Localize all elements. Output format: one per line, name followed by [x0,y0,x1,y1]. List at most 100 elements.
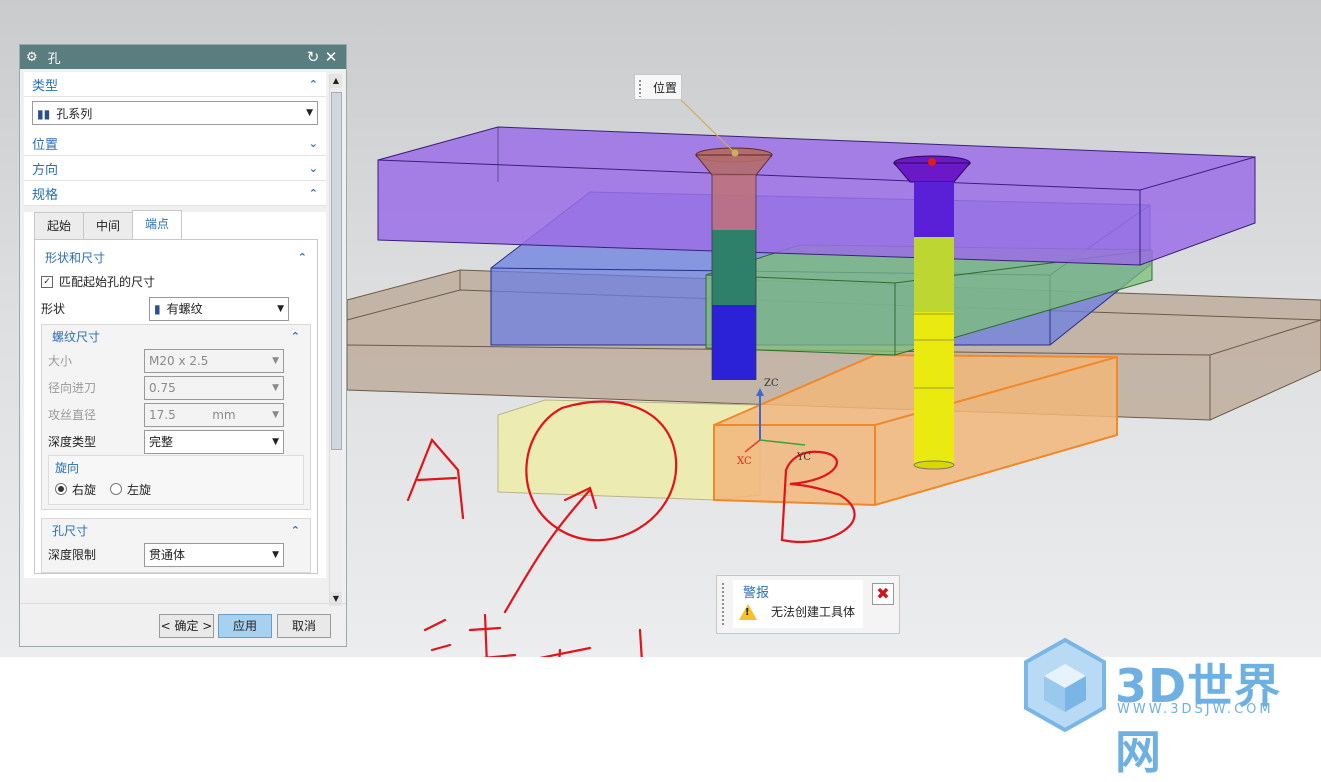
ok-button[interactable]: < 确定 > [159,614,214,638]
chevron-up-icon[interactable]: ⌃ [291,524,300,537]
size-label: 大小 [48,354,73,368]
dropdown-arrow-icon: ▼ [272,409,279,420]
scroll-up-icon[interactable]: ▲ [330,74,342,88]
dialog-footer: < 确定 > 应用 取消 [20,603,346,646]
chevron-down-icon[interactable]: ⌄ [309,137,318,150]
hole-size-header[interactable]: 孔尺寸 ⌃ [48,519,304,541]
rotation-group: 旋向 右旋 左旋 [48,455,304,505]
drag-grip-icon[interactable] [721,582,725,626]
section-spec-title: 规格 [32,187,59,203]
rotation-group-title: 旋向 [55,461,80,475]
chevron-up-icon[interactable]: ⌃ [309,187,318,200]
tap-input-value: 17.5 [149,407,176,422]
dialog-titlebar[interactable]: ⚙ 孔 ↻ ✕ [20,45,346,69]
radio-icon [110,483,123,495]
depth-limit-value: 贯通体 [149,548,186,562]
shape-group-title: 形状和尺寸 [45,250,106,265]
gear-icon[interactable]: ⚙ [26,50,38,65]
depth-type-value: 完整 [149,435,174,449]
depth-type-select[interactable]: 完整 ▼ [144,429,284,454]
position-tag[interactable]: 位置 [634,74,682,100]
dialog-title: 孔 [47,51,61,67]
hole-dialog: ⚙ 孔 ↻ ✕ 类型 ⌃ ▮▮ 孔系列 ▼ 位置 ⌄ 方向 ⌄ 规格 ⌃ 起始 … [19,44,347,647]
axis-xc-label: XC [737,456,752,467]
block-purple [377,126,1256,266]
chevron-up-icon[interactable]: ⌃ [298,251,307,264]
left-hand-radio[interactable]: 左旋 [110,481,151,498]
radial-label: 径向进刀 [48,381,97,395]
shape-select[interactable]: ▮ 有螺纹 ▼ [149,296,289,321]
alert-popup: 警报 ! 无法创建工具体 ✖ [716,575,900,634]
dropdown-arrow-icon: ▼ [277,303,284,314]
alert-close-button[interactable]: ✖ [872,583,894,605]
hole-size-group: 孔尺寸 ⌃ 深度限制 贯通体 ▼ [41,518,311,573]
drag-grip-icon[interactable] [638,79,642,97]
spec-frame: 形状和尺寸 ⌃ ✓ 匹配起始孔的尺寸 形状 ▮ 有螺纹 ▼ 螺纹尺寸 ⌃ 大小 … [34,239,318,574]
tab-middle[interactable]: 中间 [83,212,134,239]
depth-type-row: 深度类型 完整 ▼ [48,428,304,455]
tab-end[interactable]: 端点 [132,210,183,239]
dialog-scrollbar[interactable]: ▲ ▼ [329,74,342,606]
tab-start[interactable]: 起始 [34,212,85,239]
radio-selected-icon [55,483,67,495]
spec-tabs: 起始 中间 端点 [34,210,326,239]
thread-group-title: 螺纹尺寸 [52,329,101,344]
watermark-url: WWW.3DSJW.COM [1117,702,1274,717]
chevron-down-icon[interactable]: ⌄ [309,162,318,175]
chevron-up-icon[interactable]: ⌃ [309,78,318,91]
close-icon[interactable]: ✕ [322,48,340,66]
shape-group-header[interactable]: 形状和尺寸 ⌃ [41,246,311,268]
dropdown-arrow-icon: ▼ [306,108,313,118]
section-position-header[interactable]: 位置 ⌄ [24,131,326,156]
tap-label: 攻丝直径 [48,408,97,422]
axis-zc-label: ZC [764,378,779,389]
tap-row: 攻丝直径 17.5 mm ▼ [48,401,304,428]
reset-icon[interactable]: ↻ [304,48,322,66]
match-checkbox[interactable]: ✓ [41,275,53,288]
axis-yc-label: YC [797,452,812,463]
apply-button[interactable]: 应用 [218,614,272,638]
section-type-title: 类型 [32,78,59,94]
rotation-options: 右旋 左旋 [55,478,297,500]
left-hand-label: 左旋 [127,482,152,497]
right-hand-label: 右旋 [72,482,97,497]
size-row: 大小 M20 x 2.5 ▼ [48,347,304,374]
cancel-button[interactable]: 取消 [277,614,331,638]
thread-group: 螺纹尺寸 ⌃ 大小 M20 x 2.5 ▼ 径向进刀 0.75 ▼ 攻丝直径 1… [41,324,311,510]
shape-label: 形状 [41,302,66,316]
alert-content: 警报 ! 无法创建工具体 [733,580,863,628]
thread-group-header[interactable]: 螺纹尺寸 ⌃ [48,325,304,347]
radial-select[interactable]: 0.75 ▼ [144,375,284,400]
shape-select-value: 有螺纹 [166,302,203,316]
watermark: 3D世界网 WWW.3DSJW.COM [1020,636,1320,779]
thread-icon: ▮ [154,302,161,316]
dropdown-arrow-icon: ▼ [272,382,279,393]
warning-icon: ! [739,603,757,620]
section-position-title: 位置 [32,137,59,153]
position-tag-label: 位置 [652,81,677,95]
radial-select-value: 0.75 [149,380,176,395]
section-direction-title: 方向 [32,162,59,178]
size-select[interactable]: M20 x 2.5 ▼ [144,348,284,373]
dialog-body: 类型 ⌃ ▮▮ 孔系列 ▼ 位置 ⌄ 方向 ⌄ 规格 ⌃ 起始 中间 端点 形状… [24,72,326,604]
section-direction-header[interactable]: 方向 ⌄ [24,156,326,181]
depth-limit-select[interactable]: 贯通体 ▼ [144,542,284,567]
depth-limit-row: 深度限制 贯通体 ▼ [48,541,304,568]
section-spec-header[interactable]: 规格 ⌃ [24,181,326,206]
alert-title: 警报 [743,586,770,601]
size-select-value: M20 x 2.5 [149,353,209,368]
shape-row: 形状 ▮ 有螺纹 ▼ [41,295,311,322]
scroll-thumb[interactable] [331,92,342,450]
right-hand-radio[interactable]: 右旋 [55,481,96,498]
tap-input[interactable]: 17.5 mm ▼ [144,402,284,427]
radial-row: 径向进刀 0.75 ▼ [48,374,304,401]
hole-series-icon: ▮▮ [37,106,51,121]
depth-limit-label: 深度限制 [48,548,97,562]
cube-logo-icon [1024,637,1106,733]
dropdown-arrow-icon: ▼ [272,436,279,447]
section-type-header[interactable]: 类型 ⌃ [24,72,326,97]
section-type-body: ▮▮ 孔系列 ▼ [24,97,326,131]
match-checkbox-label: 匹配起始孔的尺寸 [59,275,156,289]
type-select[interactable]: ▮▮ 孔系列 ▼ [32,101,318,125]
chevron-up-icon[interactable]: ⌃ [291,330,300,343]
